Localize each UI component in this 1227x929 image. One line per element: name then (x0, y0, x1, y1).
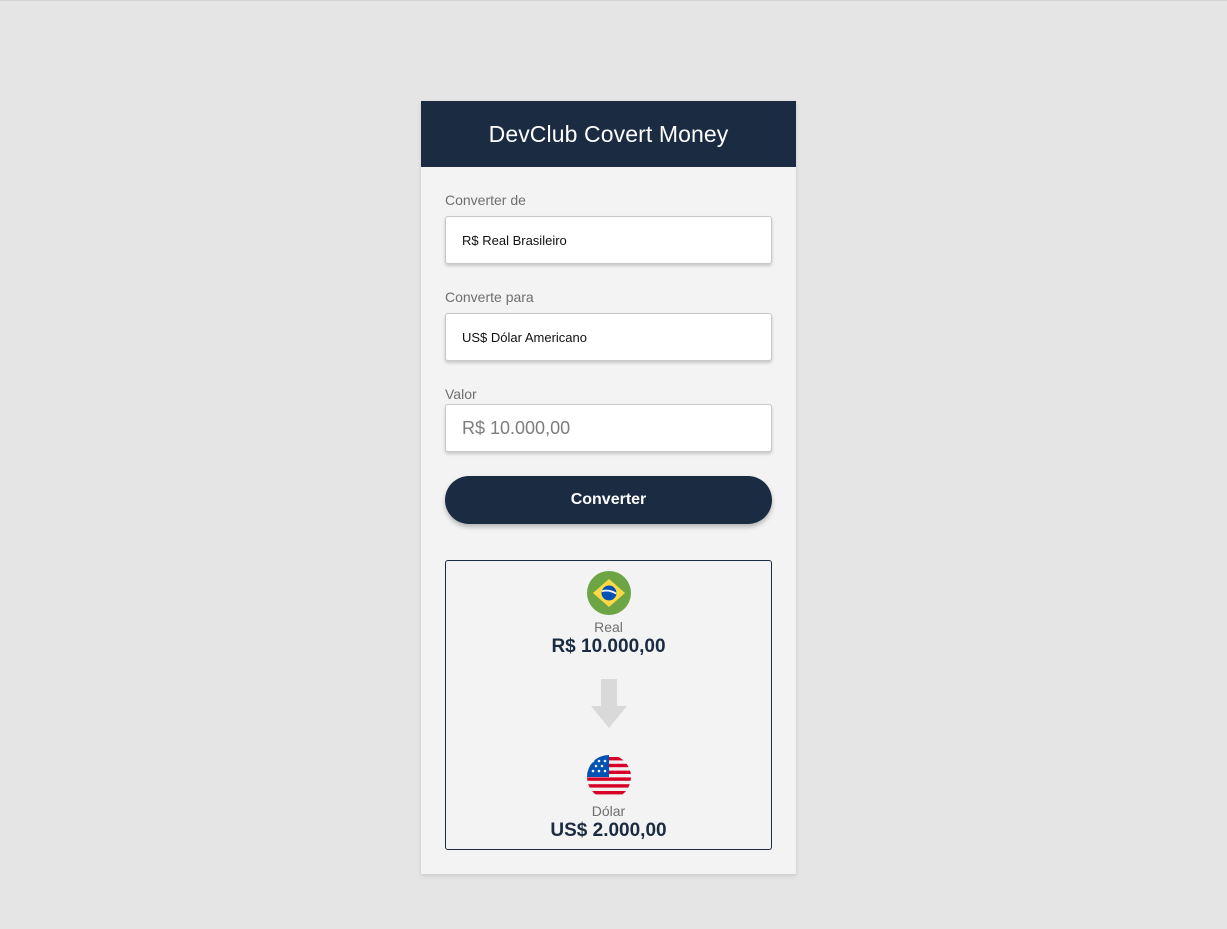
to-currency-value: US$ 2.000,00 (550, 820, 667, 841)
from-currency-result: Real R$ 10.000,00 (446, 571, 771, 658)
to-currency-name: Dólar (591, 803, 626, 819)
result-panel: Real R$ 10.000,00 Dólar US$ 2.000,00 (445, 560, 772, 850)
from-currency-selected: R$ Real Brasileiro (462, 232, 567, 248)
value-label: Valor (445, 386, 477, 402)
brazil-flag-icon (586, 571, 631, 615)
from-currency-select[interactable]: R$ Real Brasileiro (445, 216, 772, 264)
usa-flag-icon (586, 755, 631, 799)
converter-card: DevClub Covert Money Converter de R$ Rea… (421, 101, 796, 874)
card-header: DevClub Covert Money (421, 101, 796, 167)
to-currency-label: Converte para (445, 289, 534, 305)
to-currency-select[interactable]: US$ Dólar Americano (445, 313, 772, 361)
app-title: DevClub Covert Money (488, 120, 729, 147)
from-currency-label: Converter de (445, 192, 526, 208)
to-currency-result: Dólar US$ 2.000,00 (446, 755, 771, 842)
value-input[interactable] (445, 404, 772, 452)
to-currency-selected: US$ Dólar Americano (462, 329, 587, 345)
from-currency-value: R$ 10.000,00 (551, 636, 666, 657)
convert-button[interactable]: Converter (445, 476, 772, 524)
window-top-border (0, 0, 1227, 1)
arrow-down-icon (591, 679, 627, 728)
from-currency-name: Real (594, 619, 623, 635)
